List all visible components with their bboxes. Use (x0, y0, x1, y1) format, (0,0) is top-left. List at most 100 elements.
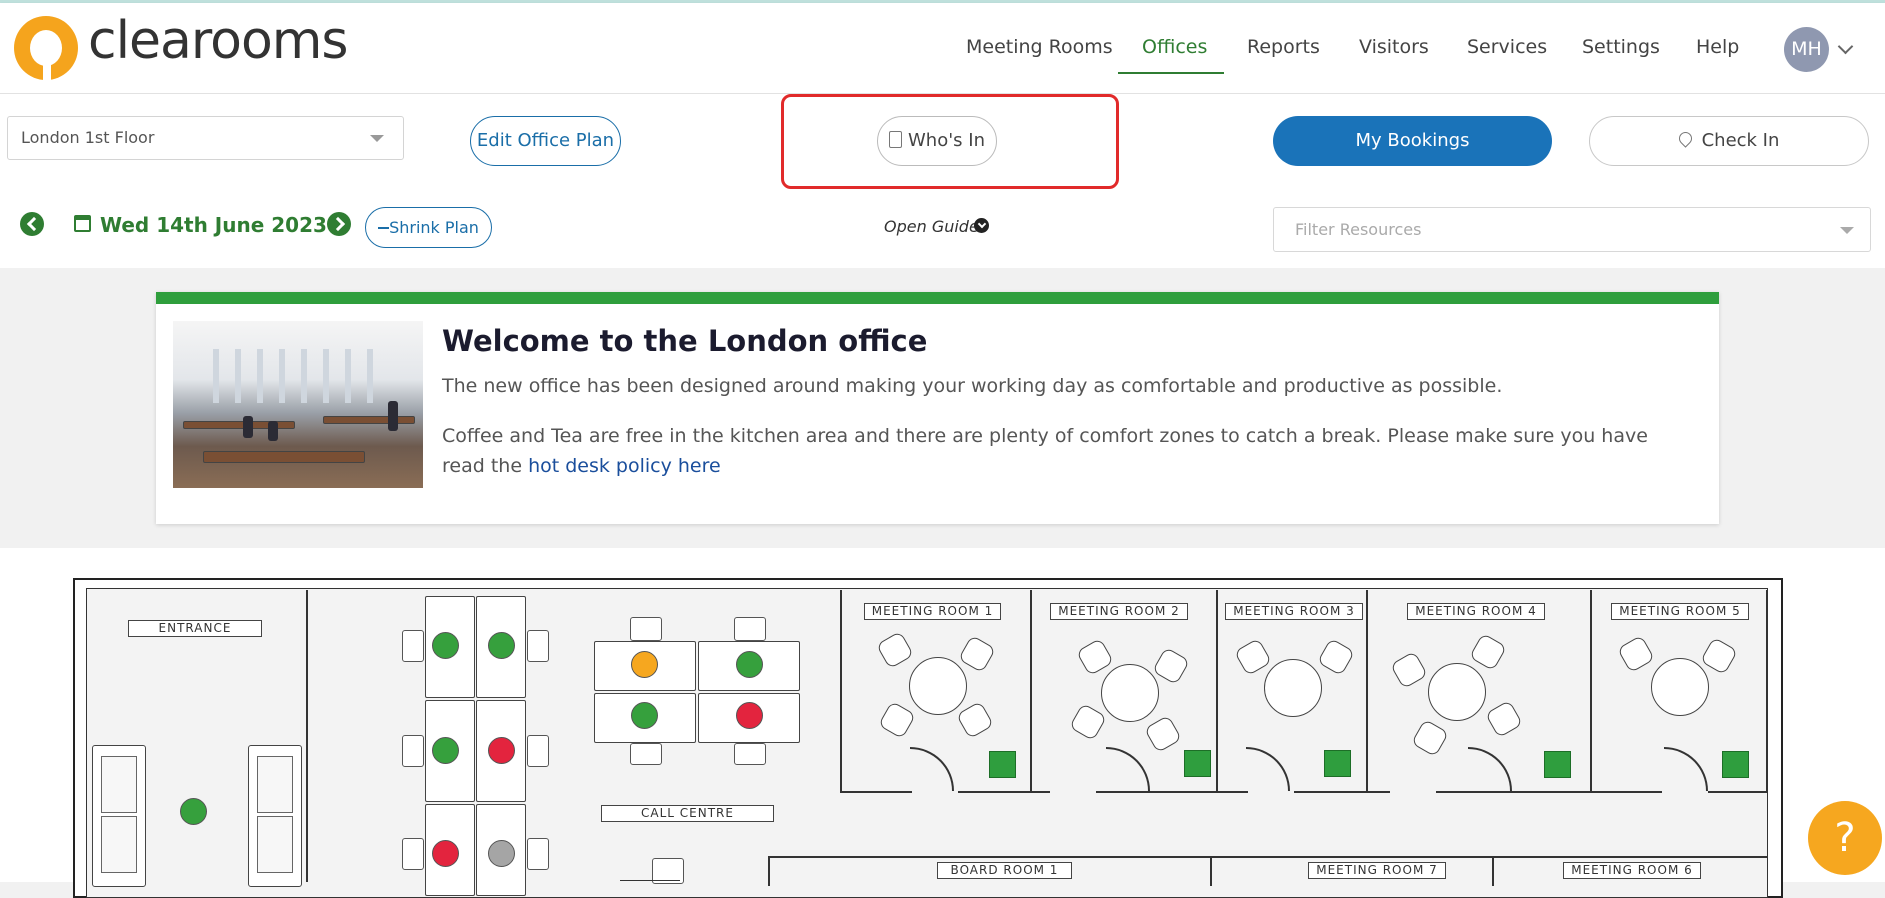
sofa (92, 745, 146, 887)
board-room-1-label: BOARD ROOM 1 (937, 862, 1072, 879)
meeting-room-wall (1096, 791, 1248, 793)
filter-resources-placeholder: Filter Resources (1295, 220, 1422, 239)
desk-status-available[interactable] (432, 737, 459, 764)
chair (527, 630, 549, 662)
shrink-plan-label: Shrink Plan (389, 218, 479, 237)
call-centre-label: CALL CENTRE (601, 805, 774, 822)
meeting-room-wall (1590, 590, 1592, 792)
welcome-title: Welcome to the London office (442, 324, 928, 358)
arrow-down-circle-icon[interactable] (974, 218, 989, 233)
meeting-room-5-label: MEETING ROOM 5 (1611, 603, 1749, 620)
desk-status-available[interactable] (631, 702, 658, 729)
entrance-wall (306, 590, 308, 882)
open-guide-link[interactable]: Open Guide (884, 217, 979, 236)
next-day-arrow-icon[interactable] (327, 212, 351, 236)
welcome-card: Welcome to the London office The new off… (156, 292, 1719, 524)
meeting-room-wall (1366, 590, 1368, 792)
minus-icon (378, 227, 390, 229)
chevron-down-icon[interactable] (1837, 38, 1854, 55)
desk-status-available[interactable] (488, 632, 515, 659)
meeting-room-4-status-available[interactable] (1544, 751, 1571, 778)
chair (402, 630, 424, 662)
check-in-label: Check In (1701, 130, 1780, 151)
hot-desk-policy-link[interactable]: hot desk policy here (528, 455, 721, 477)
meeting-room-7-label: MEETING ROOM 7 (1308, 862, 1446, 879)
desk-status-partial[interactable] (631, 651, 658, 678)
nav-help[interactable]: Help (1696, 36, 1739, 58)
whos-in-label: Who's In (908, 130, 985, 151)
meeting-room-wall (1436, 791, 1590, 793)
meeting-room-3-label: MEETING ROOM 3 (1225, 603, 1363, 620)
meeting-room-wall (840, 791, 912, 793)
help-question-icon[interactable]: ? (1808, 801, 1882, 875)
meeting-room-3-status-available[interactable] (1324, 750, 1351, 777)
meeting-room-wall (1294, 791, 1390, 793)
chair (630, 617, 662, 641)
location-select[interactable]: London 1st Floor (7, 116, 404, 160)
desk-status-available[interactable] (736, 651, 763, 678)
meeting-room-wall (1216, 590, 1218, 792)
desk-status-available[interactable] (180, 798, 207, 825)
meeting-table (1264, 659, 1322, 717)
desk-status-booked[interactable] (432, 840, 459, 867)
chair (527, 735, 549, 767)
filter-resources-select[interactable]: Filter Resources (1273, 207, 1871, 252)
nav-reports[interactable]: Reports (1247, 36, 1320, 58)
nav-meeting-rooms[interactable]: Meeting Rooms (966, 36, 1113, 58)
welcome-paragraph-2: Coffee and Tea are free in the kitchen a… (442, 421, 1692, 481)
floor-plan (86, 588, 1768, 898)
desk-edge (620, 880, 680, 881)
chevron-down-icon (1840, 227, 1854, 234)
my-bookings-button[interactable]: My Bookings (1273, 116, 1552, 166)
chair (734, 617, 766, 641)
whos-in-button[interactable]: Who's In (877, 116, 997, 166)
chair (734, 743, 766, 765)
meeting-room-1-label: MEETING ROOM 1 (864, 603, 1001, 620)
entrance-label: ENTRANCE (128, 620, 262, 637)
current-date[interactable]: Wed 14th June 2023 (100, 213, 327, 237)
active-nav-underline (1118, 72, 1224, 74)
meeting-table (1428, 663, 1486, 721)
shrink-plan-button[interactable]: Shrink Plan (365, 207, 492, 248)
check-in-button[interactable]: Check In (1589, 116, 1869, 166)
nav-services[interactable]: Services (1467, 36, 1547, 58)
meeting-room-wall (1766, 590, 1768, 792)
nav-settings[interactable]: Settings (1582, 36, 1660, 58)
welcome-paragraph-1: The new office has been designed around … (442, 375, 1503, 397)
chair (402, 838, 424, 870)
lower-rooms-wall (768, 856, 1768, 858)
meeting-room-wall (1590, 791, 1662, 793)
user-avatar[interactable]: MH (1784, 27, 1829, 72)
meeting-room-1-status-available[interactable] (989, 751, 1016, 778)
nav-visitors[interactable]: Visitors (1359, 36, 1429, 58)
meeting-room-2-label: MEETING ROOM 2 (1050, 603, 1188, 620)
previous-day-arrow-icon[interactable] (20, 212, 44, 236)
meeting-room-wall (1030, 590, 1032, 792)
brand-name[interactable]: clearooms (88, 11, 349, 71)
nav-offices[interactable]: Offices (1142, 36, 1207, 58)
meeting-table (909, 657, 967, 715)
meeting-room-wall (958, 791, 1050, 793)
meeting-room-6-label: MEETING ROOM 6 (1563, 862, 1701, 879)
desk-status-booked[interactable] (736, 702, 763, 729)
chair (630, 743, 662, 765)
meeting-room-wall (1708, 791, 1768, 793)
meeting-table (1101, 664, 1159, 722)
calendar-icon (74, 215, 91, 232)
office-photo (173, 321, 423, 488)
meeting-table (1651, 658, 1709, 716)
desk-status-available[interactable] (432, 632, 459, 659)
clearooms-logo-icon[interactable] (14, 16, 78, 82)
top-header: clearooms Meeting Rooms Offices Reports … (0, 3, 1885, 94)
desk-status-unavailable[interactable] (488, 840, 515, 867)
desk-status-booked[interactable] (488, 737, 515, 764)
meeting-room-2-status-available[interactable] (1184, 750, 1211, 777)
clipboard-icon (889, 131, 902, 148)
chair (402, 735, 424, 767)
welcome-card-accent (156, 292, 1719, 304)
meeting-room-wall (840, 590, 842, 792)
meeting-room-5-status-available[interactable] (1722, 751, 1749, 778)
edit-office-plan-button[interactable]: Edit Office Plan (470, 116, 621, 166)
map-pin-icon (1675, 129, 1695, 148)
chair (527, 838, 549, 870)
